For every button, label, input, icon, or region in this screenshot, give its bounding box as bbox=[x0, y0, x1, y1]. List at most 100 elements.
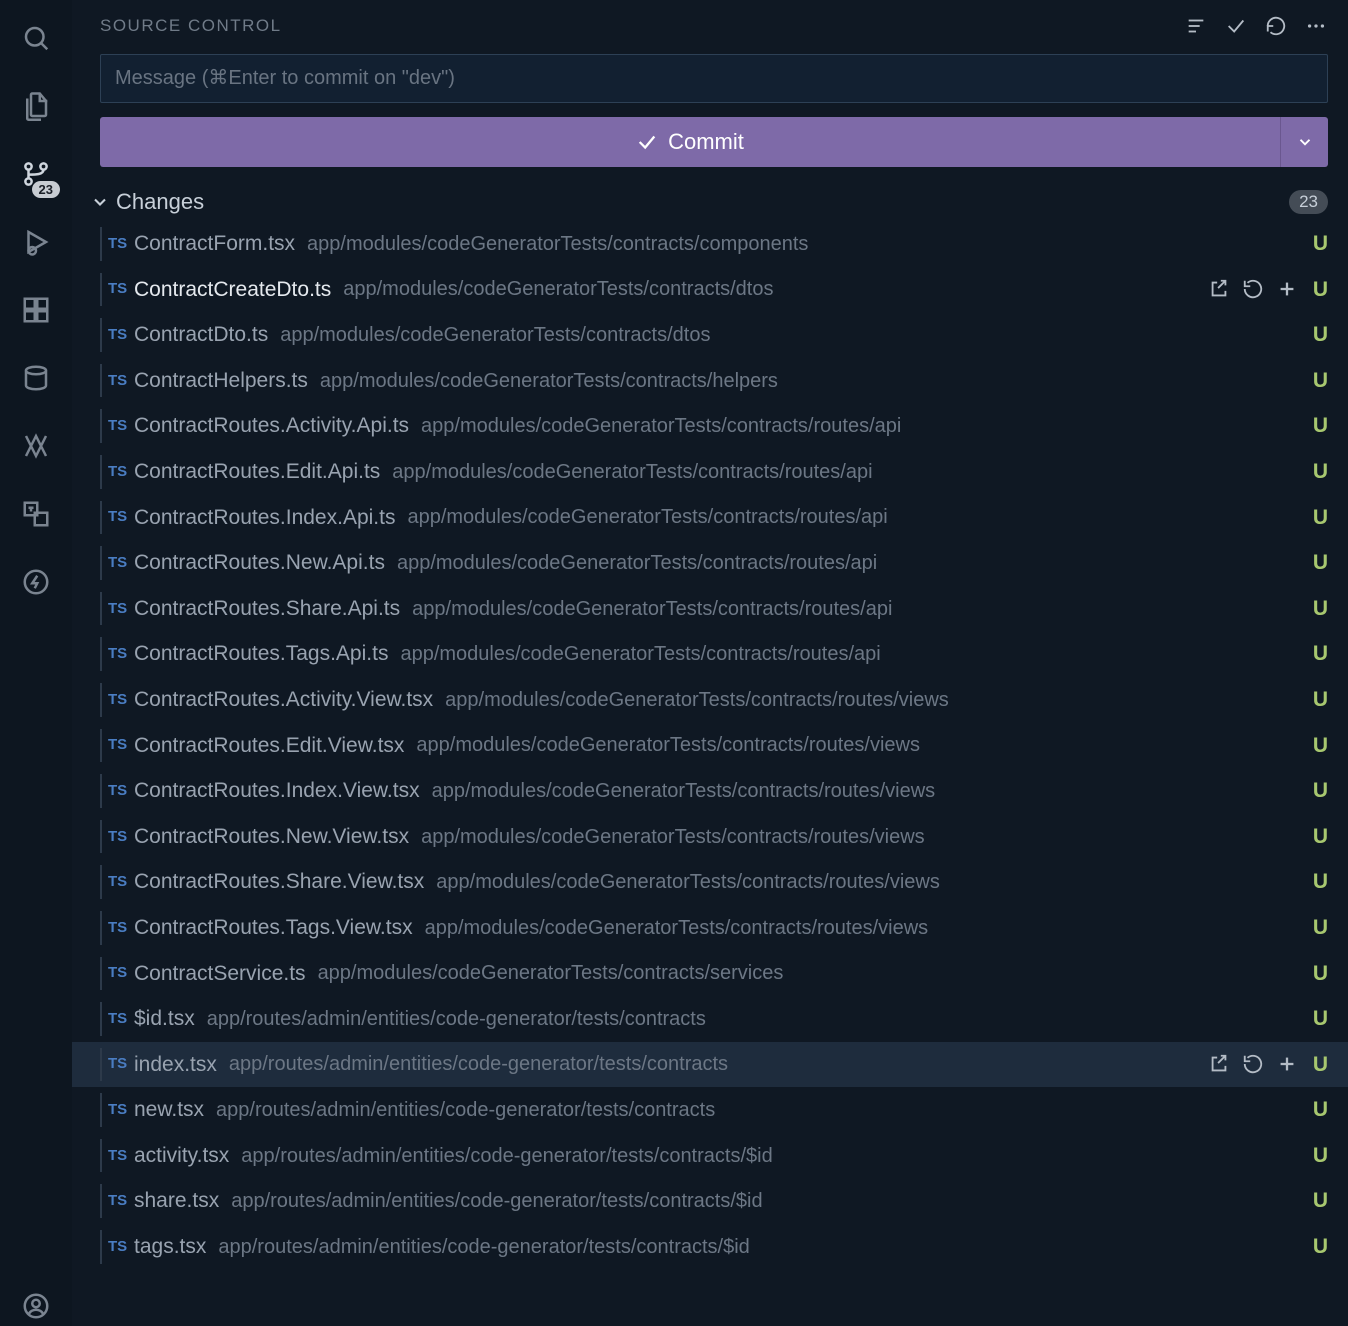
stage-changes-button[interactable] bbox=[1276, 278, 1298, 300]
commit-button[interactable]: Commit bbox=[100, 117, 1280, 167]
view-as-tree-button[interactable] bbox=[1184, 14, 1208, 38]
typescript-badge: TS bbox=[108, 1098, 134, 1122]
changed-file-row[interactable]: TSContractRoutes.Tags.Api.tsapp/modules/… bbox=[72, 631, 1348, 677]
file-path: app/modules/codeGeneratorTests/contracts… bbox=[397, 547, 1308, 579]
changes-count-badge: 23 bbox=[1289, 190, 1328, 214]
refresh-button[interactable] bbox=[1264, 14, 1288, 38]
stage-changes-button[interactable] bbox=[1276, 1053, 1298, 1075]
discard-changes-button[interactable] bbox=[1242, 278, 1264, 300]
changed-file-row[interactable]: TSContractRoutes.Index.Api.tsapp/modules… bbox=[72, 495, 1348, 541]
changed-file-row[interactable]: TStags.tsxapp/routes/admin/entities/code… bbox=[72, 1224, 1348, 1270]
file-status-untracked: U bbox=[1308, 911, 1328, 945]
changed-file-row[interactable]: TSContractRoutes.Activity.View.tsxapp/mo… bbox=[72, 677, 1348, 723]
typescript-badge: TS bbox=[108, 779, 134, 803]
tree-indent bbox=[100, 865, 102, 899]
typescript-badge: TS bbox=[108, 277, 134, 301]
file-path: app/routes/admin/entities/code-generator… bbox=[216, 1094, 1308, 1126]
typescript-badge: TS bbox=[108, 825, 134, 849]
more-actions-button[interactable] bbox=[1304, 14, 1328, 38]
file-name: ContractRoutes.New.View.tsx bbox=[134, 820, 409, 854]
changed-file-row[interactable]: TSContractRoutes.Index.View.tsxapp/modul… bbox=[72, 768, 1348, 814]
file-name: activity.tsx bbox=[134, 1139, 229, 1173]
changed-file-row[interactable]: TSContractRoutes.Share.Api.tsapp/modules… bbox=[72, 586, 1348, 632]
typescript-badge: TS bbox=[108, 688, 134, 712]
file-status-untracked: U bbox=[1308, 774, 1328, 808]
file-path: app/routes/admin/entities/code-generator… bbox=[241, 1140, 1308, 1172]
activity-nx[interactable] bbox=[16, 426, 56, 466]
commit-button-label: Commit bbox=[668, 129, 744, 155]
changed-file-row[interactable]: TSContractHelpers.tsapp/modules/codeGene… bbox=[72, 358, 1348, 404]
tree-indent bbox=[100, 774, 102, 808]
file-path: app/routes/admin/entities/code-generator… bbox=[218, 1231, 1308, 1263]
tree-indent bbox=[100, 546, 102, 580]
changed-file-row[interactable]: TSindex.tsxapp/routes/admin/entities/cod… bbox=[72, 1042, 1348, 1088]
tree-indent bbox=[100, 227, 102, 261]
activity-explorer[interactable] bbox=[16, 86, 56, 126]
file-status-untracked: U bbox=[1308, 1139, 1328, 1173]
typescript-badge: TS bbox=[108, 369, 134, 393]
tree-indent bbox=[100, 1002, 102, 1036]
changed-file-row[interactable]: TSshare.tsxapp/routes/admin/entities/cod… bbox=[72, 1178, 1348, 1224]
tree-indent bbox=[100, 820, 102, 854]
tree-indent bbox=[100, 1230, 102, 1264]
file-name: tags.tsx bbox=[134, 1230, 206, 1264]
tree-indent bbox=[100, 409, 102, 443]
file-name: ContractRoutes.Activity.View.tsx bbox=[134, 683, 433, 717]
file-path: app/modules/codeGeneratorTests/contracts… bbox=[421, 821, 1308, 853]
discard-changes-button[interactable] bbox=[1242, 1053, 1264, 1075]
file-status-untracked: U bbox=[1308, 364, 1328, 398]
activity-source-control[interactable]: 23 bbox=[16, 154, 56, 194]
activity-database[interactable] bbox=[16, 358, 56, 398]
file-status-untracked: U bbox=[1308, 957, 1328, 991]
typescript-badge: TS bbox=[108, 460, 134, 484]
file-path: app/modules/codeGeneratorTests/contracts… bbox=[343, 273, 1200, 305]
changed-file-row[interactable]: TSContractRoutes.Edit.Api.tsapp/modules/… bbox=[72, 449, 1348, 495]
commit-message-input[interactable] bbox=[100, 54, 1328, 103]
activity-translate[interactable] bbox=[16, 494, 56, 534]
changed-file-row[interactable]: TSContractRoutes.Edit.View.tsxapp/module… bbox=[72, 723, 1348, 769]
file-name: ContractRoutes.Tags.Api.ts bbox=[134, 637, 388, 671]
commit-dropdown-button[interactable] bbox=[1280, 117, 1328, 167]
changed-file-row[interactable]: TSContractForm.tsxapp/modules/codeGenera… bbox=[72, 221, 1348, 267]
file-name: ContractRoutes.Index.View.tsx bbox=[134, 774, 420, 808]
activity-thunder[interactable] bbox=[16, 562, 56, 602]
open-file-button[interactable] bbox=[1208, 278, 1230, 300]
changed-file-row[interactable]: TSContractRoutes.New.Api.tsapp/modules/c… bbox=[72, 540, 1348, 586]
changed-file-row[interactable]: TSactivity.tsxapp/routes/admin/entities/… bbox=[72, 1133, 1348, 1179]
changed-file-row[interactable]: TSContractDto.tsapp/modules/codeGenerato… bbox=[72, 312, 1348, 358]
changed-file-row[interactable]: TSContractCreateDto.tsapp/modules/codeGe… bbox=[72, 267, 1348, 313]
typescript-badge: TS bbox=[108, 1007, 134, 1031]
changed-file-row[interactable]: TSContractRoutes.Tags.View.tsxapp/module… bbox=[72, 905, 1348, 951]
tree-indent bbox=[100, 364, 102, 398]
file-path: app/modules/codeGeneratorTests/contracts… bbox=[320, 365, 1308, 397]
changed-file-row[interactable]: TSContractRoutes.New.View.tsx app/modules… bbox=[72, 814, 1348, 860]
source-control-panel: SOURCE CONTROL Commit bbox=[72, 0, 1348, 1326]
typescript-badge: TS bbox=[108, 323, 134, 347]
changed-file-row[interactable]: TSContractRoutes.Activity.Api.tsapp/modu… bbox=[72, 403, 1348, 449]
changed-file-row[interactable]: TS$id.tsxapp/routes/admin/entities/code-… bbox=[72, 996, 1348, 1042]
activity-account[interactable] bbox=[16, 1286, 56, 1326]
activity-search[interactable] bbox=[16, 18, 56, 58]
file-status-untracked: U bbox=[1308, 455, 1328, 489]
changed-file-row[interactable]: TSContractService.tsapp/modules/codeGene… bbox=[72, 951, 1348, 997]
file-path: app/modules/codeGeneratorTests/contracts… bbox=[421, 410, 1308, 442]
file-name: ContractRoutes.Share.Api.ts bbox=[134, 592, 400, 626]
open-file-button[interactable] bbox=[1208, 1053, 1230, 1075]
typescript-badge: TS bbox=[108, 597, 134, 621]
file-name: $id.tsx bbox=[134, 1002, 195, 1036]
file-name: ContractService.ts bbox=[134, 957, 306, 991]
file-path: app/modules/codeGeneratorTests/contracts… bbox=[307, 228, 1308, 260]
commit-check-button[interactable] bbox=[1224, 14, 1248, 38]
changes-section-header[interactable]: Changes 23 bbox=[72, 175, 1348, 221]
changed-file-row[interactable]: TSContractRoutes.Share.View.tsxapp/modul… bbox=[72, 859, 1348, 905]
row-actions bbox=[1208, 278, 1298, 300]
commit-button-row: Commit bbox=[100, 117, 1328, 167]
changed-file-row[interactable]: TSnew.tsxapp/routes/admin/entities/code-… bbox=[72, 1087, 1348, 1133]
activity-run-debug[interactable] bbox=[16, 222, 56, 262]
tree-indent bbox=[100, 1184, 102, 1218]
activity-extensions[interactable] bbox=[16, 290, 56, 330]
changes-file-list: TSContractForm.tsxapp/modules/codeGenera… bbox=[72, 221, 1348, 1326]
file-status-untracked: U bbox=[1308, 637, 1328, 671]
tree-indent bbox=[100, 1048, 102, 1082]
tree-indent bbox=[100, 911, 102, 945]
